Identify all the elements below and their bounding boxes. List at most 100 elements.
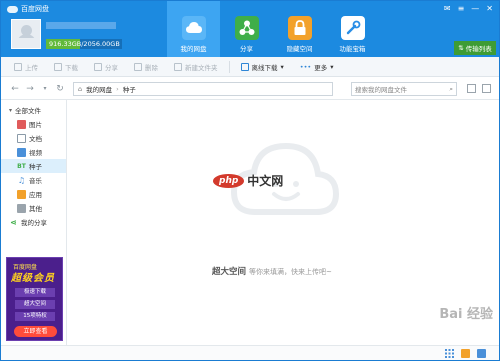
empty-state-message: 超大空间 等你来填满，快来上传吧~ [212,265,332,277]
home-icon[interactable]: ⌂ [78,85,82,93]
forward-arrow-icon[interactable]: → [24,84,36,94]
minimize-icon[interactable]: — [471,4,479,13]
sidebar-item-label: 图片 [29,121,42,129]
menu-icon[interactable]: ≡ [458,4,465,13]
offline-label: 离线下载 [251,63,278,72]
download-icon [54,62,62,71]
sidebar-item-docs[interactable]: 文档 [1,131,66,145]
status-bar [1,345,499,360]
more-button[interactable]: ••• 更多 ▾ [295,60,339,74]
search-icon[interactable]: ⌕ [449,85,453,94]
trash-icon [134,62,142,71]
sidebar-item-label: 音乐 [29,177,42,185]
empty-state-strong: 超大空间 [212,267,247,277]
share-label: 分享 [105,63,118,72]
sidebar-item-label: 种子 [29,163,42,171]
sidebar-item-label: 全部文件 [15,107,42,115]
sidebar-item-torrents[interactable]: BT 种子 [1,159,66,173]
transfer-label: 传输列表 [465,45,492,53]
search-input[interactable]: 搜索我的网盘文件 ⌕ [351,82,457,96]
lock-icon [287,16,312,40]
sidebar-item-label: 我的分享 [21,219,47,227]
address-row: ← → ▾ ↻ ⌂ 我的网盘 › 种子 搜索我的网盘文件 ⌕ [1,78,499,100]
breadcrumb-current[interactable]: 种子 [123,84,136,94]
sidebar-item-other[interactable]: 其他 [1,201,66,215]
php-watermark-text: 中文网 [247,174,284,188]
offline-download-button[interactable]: 离线下载 ▾ [236,60,289,74]
new-folder-label: 新建文件夹 [185,63,218,72]
sidebar-item-videos[interactable]: 视频 [1,145,66,159]
quota-text: 916.33GB/2056.00GB [49,40,120,48]
file-list-area: 超大空间 等你来填满，快来上传吧~ [67,100,499,345]
promo-view-button[interactable]: 立即查看 [14,326,57,337]
transfer-list-button[interactable]: ⇅ 传输列表 [454,41,496,55]
sidebar-item-my-share[interactable]: ⋖ 我的分享 [1,215,66,229]
transfer-icon: ⇅ [458,44,464,52]
toolbar-divider [228,60,230,73]
sidebar-item-label: 文档 [29,135,42,143]
avatar[interactable] [11,19,41,49]
header-bar: 百度网盘 916.33GB/2056.00GB 我的网盘 分享 隐藏空间 功能宝… [1,1,499,57]
promo-feature: 超大空间 [15,300,55,309]
sidebar-item-label: 应用 [29,191,42,199]
sidebar-item-apps[interactable]: 应用 [1,187,66,201]
tab-label: 我的网盘 [180,45,207,53]
tools-icon [340,16,365,40]
chevron-down-icon: ▾ [280,62,284,71]
dropdown-arrow-icon[interactable]: ▾ [39,85,51,92]
dots-icon: ••• [299,62,312,71]
chevron-down-icon: ▾ [330,62,334,71]
baidu-watermark-text: Bai 经验 [439,307,493,322]
back-arrow-icon[interactable]: ← [9,84,21,94]
tab-hidden-space[interactable]: 隐藏空间 [273,1,326,57]
app-title-text: 百度网盘 [21,5,49,13]
video-icon [17,147,26,157]
php-watermark: php 中文网 [213,172,283,189]
collapse-triangle-icon: ▾ [9,106,13,114]
share-button[interactable]: 分享 [89,60,123,74]
breadcrumb-root[interactable]: 我的网盘 [86,84,112,94]
promo-title-large: 超级会员 [11,273,55,284]
app-title: 百度网盘 [7,4,49,14]
music-icon: ♫ [17,175,26,185]
offline-download-icon [240,62,249,71]
tab-toolbox[interactable]: 功能宝箱 [326,1,379,57]
other-icon [17,203,26,213]
toolbar: 上传 下载 分享 删除 新建文件夹 离线下载 ▾ ••• 更多 ▾ [1,57,499,77]
message-icon[interactable] [477,349,486,358]
breadcrumb: ⌂ 我的网盘 › 种子 [73,81,333,96]
sidebar-item-label: 视频 [29,149,42,157]
app-logo-icon [7,5,18,13]
tab-label: 隐藏空间 [286,45,313,53]
delete-button[interactable]: 删除 [129,60,163,74]
promo-feature: 极速下载 [15,288,55,297]
grid-view-icon[interactable] [482,84,491,93]
download-button[interactable]: 下载 [49,60,83,74]
image-icon [17,119,26,129]
sidebar-item-all-files[interactable]: ▾ 全部文件 [1,103,66,117]
tab-share[interactable]: 分享 [220,1,273,57]
tab-my-netdisk[interactable]: 我的网盘 [167,1,220,57]
bt-icon: BT [17,162,26,170]
upload-status-icon[interactable] [461,349,470,358]
sidebar-item-music[interactable]: ♫ 音乐 [1,173,66,187]
list-view-icon[interactable] [467,84,476,93]
sidebar-item-images[interactable]: 图片 [1,117,66,131]
delete-label: 删除 [145,63,158,72]
more-label: 更多 [314,63,328,72]
upload-label: 上传 [25,63,38,72]
promo-banner[interactable]: 百度网盘 超级会员 极速下载 超大空间 15项特权 立即查看 [6,257,63,341]
grid-apps-icon[interactable] [445,349,454,358]
close-icon[interactable]: ✕ [486,4,493,13]
skin-icon[interactable]: ✉ [444,4,451,13]
app-icon [17,189,26,199]
download-label: 下载 [65,63,78,72]
upload-button[interactable]: 上传 [9,60,43,74]
search-placeholder: 搜索我的网盘文件 [355,86,407,94]
new-folder-button[interactable]: 新建文件夹 [169,60,223,74]
chevron-right-icon: › [116,84,119,93]
refresh-icon[interactable]: ↻ [54,84,66,94]
baidu-jingyan-watermark: Bai 经验 [439,303,493,322]
upload-icon [14,62,22,71]
share-small-icon [94,62,102,71]
